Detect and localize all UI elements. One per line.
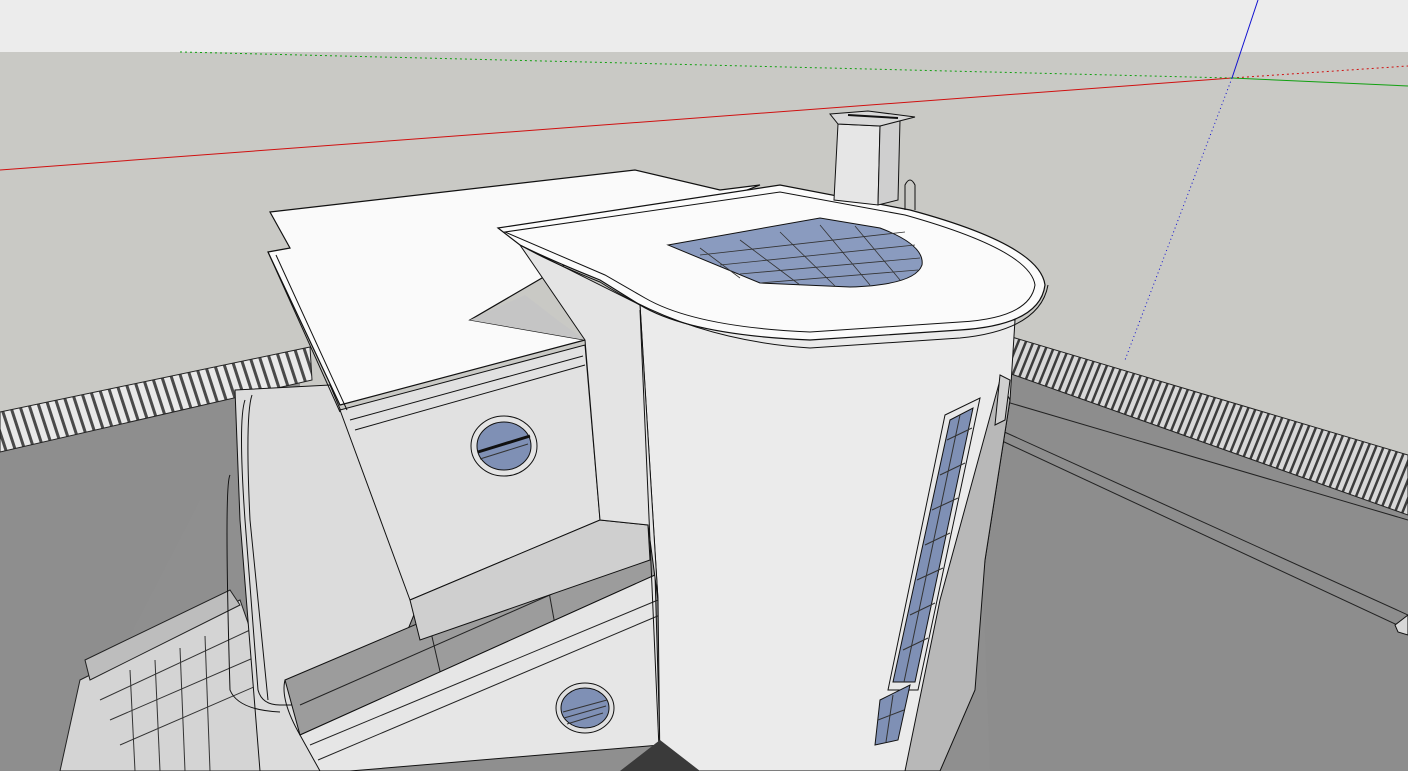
3d-scene[interactable] [0,0,1408,771]
sky [0,0,1408,52]
porthole-window-upper [470,415,538,477]
modeling-viewport[interactable]: shaded with edges [0,0,1408,771]
porthole-window-lower [555,682,615,734]
